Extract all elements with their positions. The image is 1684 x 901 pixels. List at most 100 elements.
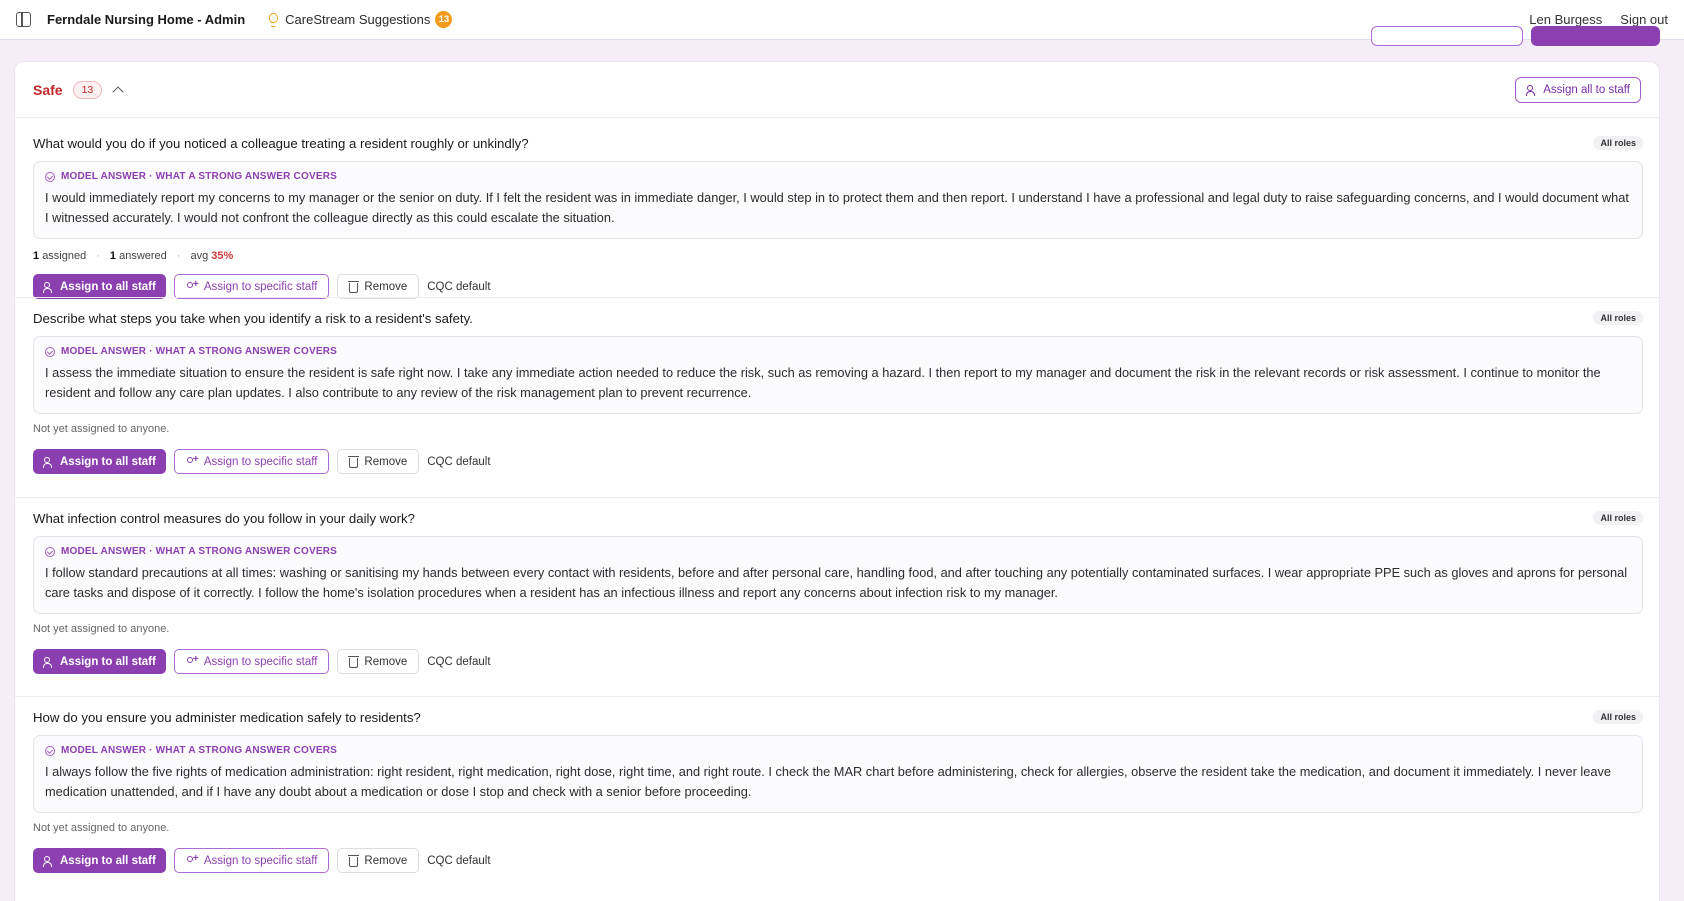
not-assigned-text: Not yet assigned to anyone. xyxy=(33,423,170,435)
user-plus-icon xyxy=(186,279,199,292)
question-text: What would you do if you noticed a colle… xyxy=(33,135,529,151)
assign-to-all-staff-button[interactable]: Assign to all staff xyxy=(33,649,166,674)
model-answer-heading: MODEL ANSWER · WHAT A STRONG ANSWER COVE… xyxy=(61,171,337,182)
not-assigned-text: Not yet assigned to anyone. xyxy=(33,623,170,635)
assign-to-all-staff-label: Assign to all staff xyxy=(60,655,156,668)
users-icon xyxy=(43,456,54,468)
suggestions-count-badge: 13 xyxy=(435,11,453,28)
question-item: What infection control measures do you f… xyxy=(15,507,1661,674)
assign-to-all-staff-label: Assign to all staff xyxy=(60,455,156,468)
model-answer-box: MODEL ANSWER · WHAT A STRONG ANSWER COVE… xyxy=(33,536,1643,614)
user-plus-icon xyxy=(186,853,199,866)
question-actions: Assign to all staff Assign to specific s… xyxy=(33,274,1643,299)
sign-out-link[interactable]: Sign out xyxy=(1620,12,1668,27)
users-icon xyxy=(43,656,54,668)
divider xyxy=(15,696,1661,697)
lightbulb-icon xyxy=(267,12,279,27)
section-card: Safe 13 Assign all to staff What would y… xyxy=(14,61,1661,901)
users-icon xyxy=(43,281,54,293)
trash-icon xyxy=(348,280,360,293)
assigned-count: 1 xyxy=(33,250,40,262)
remove-button[interactable]: Remove xyxy=(337,449,420,474)
model-answer-text: I assess the immediate situation to ensu… xyxy=(45,365,1601,400)
trash-icon xyxy=(348,854,360,867)
model-answer-box: MODEL ANSWER · WHAT A STRONG ANSWER COVE… xyxy=(33,735,1643,813)
cqc-default-label: CQC default xyxy=(427,854,491,867)
remove-button[interactable]: Remove xyxy=(337,274,420,299)
chevron-up-icon[interactable] xyxy=(112,86,124,98)
assign-to-specific-staff-button[interactable]: Assign to specific staff xyxy=(173,274,330,299)
assign-to-specific-staff-label: Assign to specific staff xyxy=(203,854,318,867)
answered-count: 1 xyxy=(109,250,117,262)
model-answer-box: MODEL ANSWER · WHAT A STRONG ANSWER COVE… xyxy=(33,336,1643,414)
hidden-primary-button[interactable] xyxy=(1531,26,1660,46)
suggestions-link[interactable]: CareStream Suggestions 13 xyxy=(267,11,453,28)
roles-badge: All roles xyxy=(1593,136,1643,150)
user-name[interactable]: Len Burgess xyxy=(1529,12,1602,27)
assign-all-to-staff-label: Assign all to staff xyxy=(1543,83,1630,96)
roles-badge: All roles xyxy=(1593,311,1643,325)
assign-to-all-staff-label: Assign to all staff xyxy=(60,280,156,293)
question-text: How do you ensure you administer medicat… xyxy=(33,709,421,725)
question-stats: 1 assigned · 1 answered · avg 35% xyxy=(33,248,1643,264)
assign-to-specific-staff-label: Assign to specific staff xyxy=(203,455,318,468)
avg-score: 35% xyxy=(211,250,234,262)
cqc-default-label: CQC default xyxy=(427,280,491,293)
model-answer-heading: MODEL ANSWER · WHAT A STRONG ANSWER COVE… xyxy=(61,745,337,756)
model-answer-heading: MODEL ANSWER · WHAT A STRONG ANSWER COVE… xyxy=(61,546,337,557)
remove-button[interactable]: Remove xyxy=(337,848,420,873)
assign-to-all-staff-button[interactable]: Assign to all staff xyxy=(33,848,166,873)
remove-label: Remove xyxy=(364,280,408,293)
hidden-outline-button[interactable] xyxy=(1371,26,1523,46)
users-icon xyxy=(43,855,54,867)
remove-button[interactable]: Remove xyxy=(337,649,420,674)
assign-to-specific-staff-button[interactable]: Assign to specific staff xyxy=(173,649,330,674)
assign-to-all-staff-button[interactable]: Assign to all staff xyxy=(33,274,166,299)
assign-all-to-staff-button[interactable]: Assign all to staff xyxy=(1515,76,1641,103)
trash-icon xyxy=(348,455,360,468)
section-title: Safe xyxy=(33,81,63,98)
assign-to-specific-staff-button[interactable]: Assign to specific staff xyxy=(173,848,330,873)
suggestions-label: CareStream Suggestions xyxy=(285,12,431,27)
question-actions: Assign to all staff Assign to specific s… xyxy=(33,449,1643,474)
remove-label: Remove xyxy=(364,655,408,668)
divider xyxy=(15,297,1661,298)
model-answer-label: MODEL ANSWER · WHAT A STRONG ANSWER COVE… xyxy=(45,171,1631,182)
answered-label: answered xyxy=(119,250,167,262)
assign-to-specific-staff-label: Assign to specific staff xyxy=(203,280,318,293)
divider xyxy=(15,497,1661,498)
check-circle-icon xyxy=(45,171,55,182)
assign-to-all-staff-label: Assign to all staff xyxy=(60,854,156,867)
question-text: Describe what steps you take when you id… xyxy=(33,310,473,326)
users-icon xyxy=(1526,84,1537,96)
check-circle-icon xyxy=(45,745,55,756)
remove-label: Remove xyxy=(364,455,408,468)
check-circle-icon xyxy=(45,346,55,357)
model-answer-label: MODEL ANSWER · WHAT A STRONG ANSWER COVE… xyxy=(45,346,1631,357)
user-plus-icon xyxy=(186,454,199,467)
stat-separator: · xyxy=(176,250,181,262)
section-header: Safe 13 Assign all to staff xyxy=(15,62,1659,118)
user-plus-icon xyxy=(186,654,199,667)
model-answer-text: I would immediately report my concerns t… xyxy=(45,190,1629,225)
sidebar-toggle-icon[interactable] xyxy=(16,12,31,27)
stat-separator: · xyxy=(96,250,100,262)
section-count-badge: 13 xyxy=(72,80,103,99)
cqc-default-label: CQC default xyxy=(427,655,491,668)
cqc-default-label: CQC default xyxy=(427,455,491,468)
question-item: What would you do if you noticed a colle… xyxy=(15,132,1661,299)
roles-badge: All roles xyxy=(1593,511,1643,525)
trash-icon xyxy=(348,655,360,668)
assign-to-all-staff-button[interactable]: Assign to all staff xyxy=(33,449,166,474)
check-circle-icon xyxy=(45,546,55,557)
question-item: How do you ensure you administer medicat… xyxy=(15,706,1661,873)
remove-label: Remove xyxy=(364,854,408,867)
model-answer-box: MODEL ANSWER · WHAT A STRONG ANSWER COVE… xyxy=(33,161,1643,239)
assign-to-specific-staff-button[interactable]: Assign to specific staff xyxy=(173,449,330,474)
question-item: Describe what steps you take when you id… xyxy=(15,307,1661,474)
app-title: Ferndale Nursing Home - Admin xyxy=(47,12,246,27)
assigned-label: assigned xyxy=(42,250,87,262)
question-actions: Assign to all staff Assign to specific s… xyxy=(33,848,1643,873)
model-answer-text: I follow standard precautions at all tim… xyxy=(45,565,1628,600)
question-actions: Assign to all staff Assign to specific s… xyxy=(33,649,1643,674)
